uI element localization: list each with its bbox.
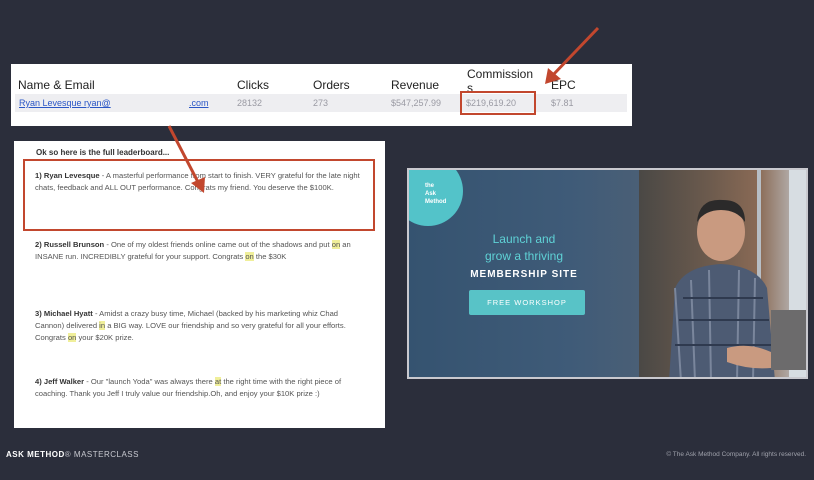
banner-text-panel: the Ask Method Launch and grow a thrivin… bbox=[409, 170, 639, 377]
presenter-illustration bbox=[669, 170, 806, 377]
footer-brand: ASK METHOD® MASTERCLASS bbox=[6, 450, 139, 459]
banner-headline-3: MEMBERSHIP SITE bbox=[470, 269, 578, 280]
banner-headline-1: Launch and bbox=[492, 232, 556, 246]
arrow-to-first-place bbox=[167, 125, 205, 193]
footer-copyright: © The Ask Method Company. All rights res… bbox=[666, 451, 806, 458]
ask-method-logo-text: the Ask Method bbox=[425, 183, 447, 205]
banner-headline-2: grow a thriving bbox=[484, 249, 564, 263]
presenter-photo bbox=[639, 170, 806, 377]
free-workshop-button[interactable]: FREE WORKSHOP bbox=[469, 290, 585, 315]
membership-workshop-banner[interactable]: the Ask Method Launch and grow a thrivin… bbox=[407, 168, 808, 379]
arrow-to-commission bbox=[545, 26, 600, 84]
